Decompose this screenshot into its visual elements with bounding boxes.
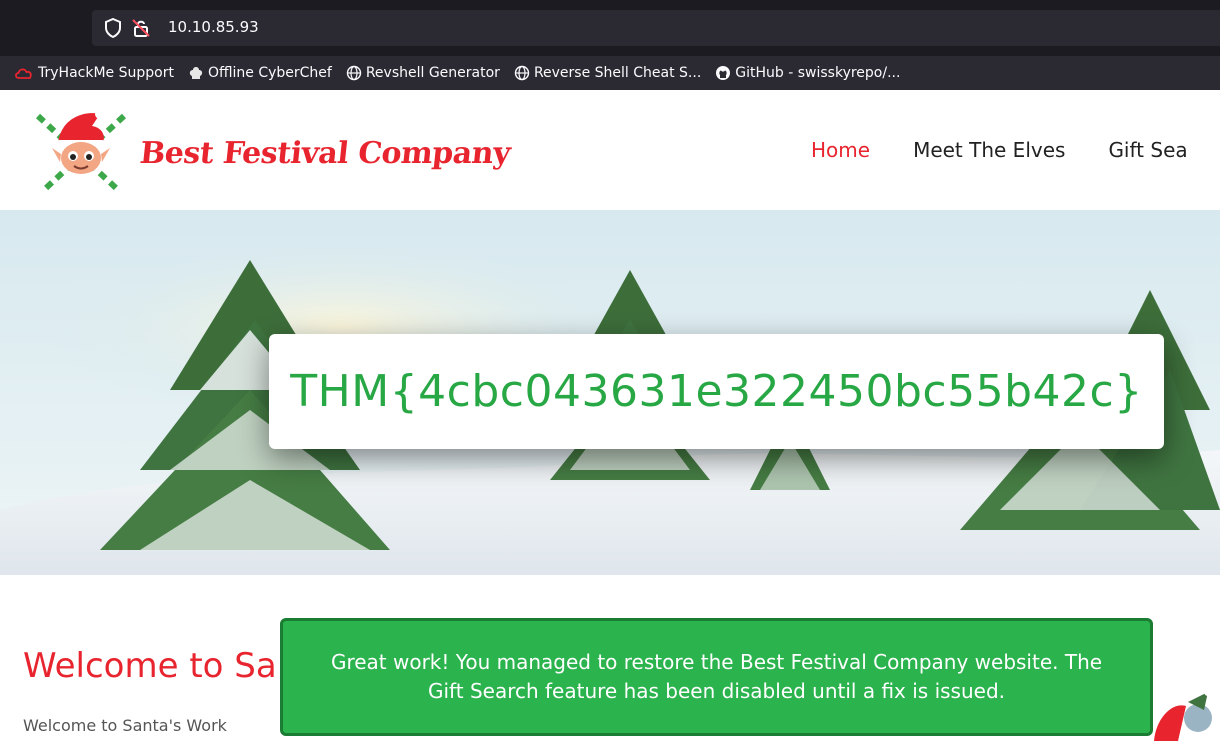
success-toast: Great work! You managed to restore the B… bbox=[280, 618, 1153, 736]
nav-gift-search[interactable]: Gift Sea bbox=[1108, 138, 1187, 162]
address-bar[interactable]: 10.10.85.93 bbox=[92, 10, 1220, 46]
bookmark-label: GitHub - swisskyrepo/... bbox=[735, 65, 901, 81]
elf-logo[interactable] bbox=[30, 106, 132, 196]
elf-mascot-icon bbox=[1148, 688, 1220, 745]
main-nav: Home Meet The Elves Gift Sea bbox=[811, 138, 1220, 162]
bookmark-label: Reverse Shell Cheat S... bbox=[533, 65, 702, 81]
bookmark-label: Offline CyberChef bbox=[207, 65, 332, 81]
chef-hat-icon bbox=[188, 65, 204, 81]
globe-icon bbox=[346, 65, 362, 81]
bookmark-reverse-shell-cheat-sheet[interactable]: Reverse Shell Cheat S... bbox=[514, 65, 701, 81]
browser-toolbar: 10.10.85.93 bbox=[0, 0, 1220, 56]
nav-meet-the-elves[interactable]: Meet The Elves bbox=[913, 138, 1065, 162]
hero-banner: THM{4cbc043631e322450bc55b42c} bbox=[0, 210, 1220, 575]
bookmark-label: Revshell Generator bbox=[365, 65, 500, 81]
url-text[interactable]: 10.10.85.93 bbox=[168, 18, 259, 36]
flag-card: THM{4cbc043631e322450bc55b42c} bbox=[269, 334, 1164, 449]
welcome-paragraph: Welcome to Santa's Work bbox=[23, 716, 227, 735]
bookmark-label: TryHackMe Support bbox=[38, 65, 174, 81]
site-header: Best Festival Company Home Meet The Elve… bbox=[0, 90, 1220, 210]
bookmark-github-swisskyrepo[interactable]: GitHub - swisskyrepo/... bbox=[715, 65, 900, 81]
bookmark-tryhackme-support[interactable]: TryHackMe Support bbox=[14, 65, 174, 81]
bookmark-offline-cyberchef[interactable]: Offline CyberChef bbox=[188, 65, 332, 81]
nav-home[interactable]: Home bbox=[811, 138, 870, 162]
welcome-heading: Welcome to Sa bbox=[23, 646, 277, 686]
toast-message: Great work! You managed to restore the B… bbox=[330, 650, 1103, 703]
cloud-icon bbox=[14, 66, 34, 80]
bookmarks-bar: TryHackMe Support Offline CyberChef Revs… bbox=[0, 56, 1220, 90]
shield-icon[interactable] bbox=[104, 17, 122, 42]
bookmark-revshell-generator[interactable]: Revshell Generator bbox=[346, 65, 500, 81]
github-icon bbox=[715, 65, 731, 81]
flag-text[interactable]: THM{4cbc043631e322450bc55b42c} bbox=[290, 366, 1142, 417]
brand-name[interactable]: Best Festival Company bbox=[138, 136, 512, 171]
globe-icon bbox=[514, 65, 530, 81]
insecure-lock-icon[interactable] bbox=[132, 18, 150, 42]
